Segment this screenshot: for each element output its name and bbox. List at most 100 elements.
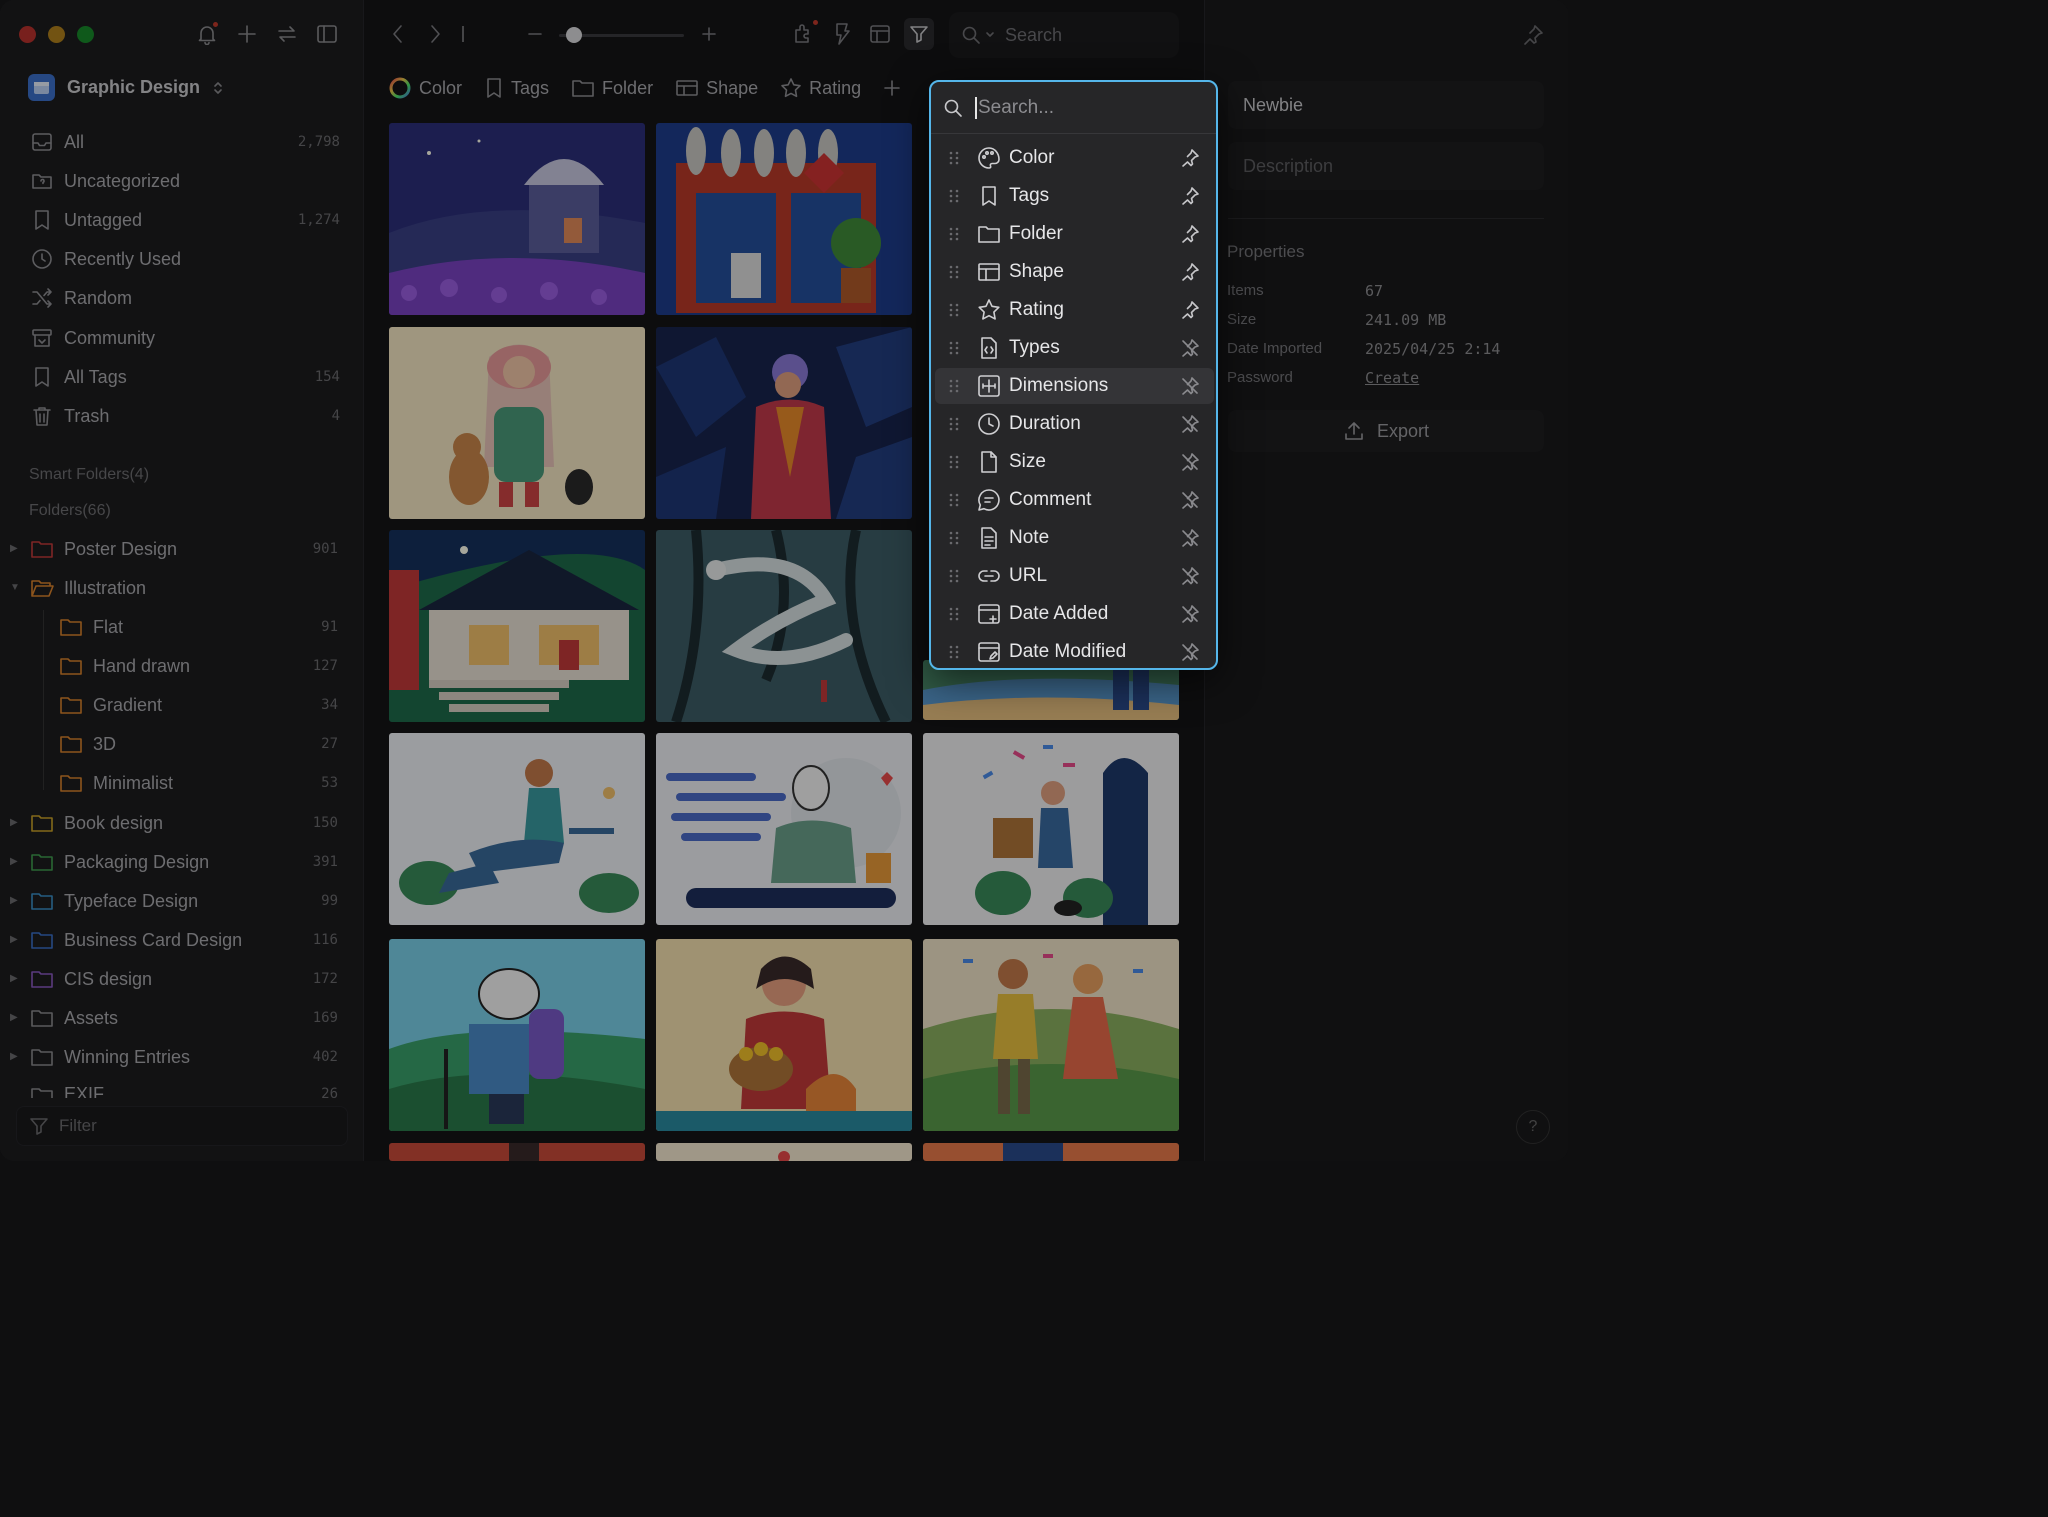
drag-handle-icon[interactable]	[949, 188, 959, 204]
library-switcher[interactable]: Graphic Design	[28, 74, 224, 101]
popup-item-date-added[interactable]: Date Added	[935, 596, 1214, 632]
nav-item-community[interactable]: Community	[14, 320, 352, 356]
folders-header[interactable]: Folders(66)	[29, 502, 111, 520]
drag-handle-icon[interactable]	[949, 416, 959, 432]
popup-item-dimensions[interactable]: Dimensions	[935, 368, 1214, 404]
popup-item-types[interactable]: Types	[935, 330, 1214, 366]
folder-poster-design[interactable]: ▶ Poster Design 901	[0, 531, 352, 567]
name-field[interactable]: Newbie	[1228, 81, 1544, 129]
drag-handle-icon[interactable]	[949, 378, 959, 394]
chip-folder[interactable]: Folder	[571, 78, 653, 99]
nav-item-random[interactable]: Random	[14, 280, 352, 316]
back-icon[interactable]	[390, 22, 406, 46]
thumbnail[interactable]	[389, 123, 645, 315]
chip-rating[interactable]: Rating	[780, 77, 861, 99]
pin-off-icon[interactable]	[1180, 642, 1200, 662]
help-button[interactable]: ?	[1516, 1110, 1550, 1144]
folder-minimalist[interactable]: Minimalist 53	[0, 765, 352, 801]
chip-color[interactable]: Color	[388, 76, 462, 100]
close-window-button[interactable]	[19, 26, 36, 43]
chip-shape[interactable]: Shape	[675, 78, 758, 99]
thumbnail[interactable]	[923, 733, 1179, 925]
popup-item-size[interactable]: Size	[935, 444, 1214, 480]
nav-item-uncategorized[interactable]: Uncategorized	[14, 163, 352, 199]
popup-item-note[interactable]: Note	[935, 520, 1214, 556]
nav-item-all[interactable]: All 2,798	[14, 124, 352, 160]
filter-toggle-button[interactable]	[904, 18, 934, 50]
pin-icon[interactable]	[1180, 186, 1200, 206]
popup-item-shape[interactable]: Shape	[935, 254, 1214, 290]
pin-off-icon[interactable]	[1180, 452, 1200, 472]
folder-hand-drawn[interactable]: Hand drawn 127	[0, 648, 352, 684]
thumbnail[interactable]	[923, 1143, 1179, 1161]
create-password-link[interactable]: Create	[1365, 369, 1419, 387]
chevron-right-icon[interactable]: ▶	[10, 818, 20, 828]
thumbnail[interactable]	[389, 327, 645, 519]
action-icon[interactable]	[831, 22, 853, 46]
pin-off-icon[interactable]	[1180, 604, 1200, 624]
nav-item-recently-used[interactable]: Recently Used	[14, 241, 352, 277]
drag-handle-icon[interactable]	[949, 302, 959, 318]
drag-handle-icon[interactable]	[949, 340, 959, 356]
plugin-icon[interactable]	[792, 20, 818, 46]
thumbnail[interactable]	[656, 733, 912, 925]
folder-typeface-design[interactable]: ▶ Typeface Design 99	[0, 883, 352, 919]
pin-off-icon[interactable]	[1180, 376, 1200, 396]
smart-folders-header[interactable]: Smart Folders(4)	[29, 466, 149, 484]
folder-assets[interactable]: ▶ Assets 169	[0, 1000, 352, 1036]
swap-icon[interactable]	[276, 22, 298, 46]
thumbnail[interactable]	[656, 327, 912, 519]
pin-off-icon[interactable]	[1180, 414, 1200, 434]
popup-search[interactable]	[931, 82, 1216, 134]
minimize-window-button[interactable]	[48, 26, 65, 43]
description-field[interactable]: Description	[1228, 142, 1544, 190]
drag-handle-icon[interactable]	[949, 606, 959, 622]
folder-book-design[interactable]: ▶ Book design 150	[0, 805, 352, 841]
folder-winning-entries[interactable]: ▶ Winning Entries 402	[0, 1039, 352, 1075]
pin-icon[interactable]	[1522, 24, 1544, 46]
thumbnail[interactable]	[923, 939, 1179, 1131]
popup-item-folder[interactable]: Folder	[935, 216, 1214, 252]
nav-item-trash[interactable]: Trash 4	[14, 398, 352, 434]
folder-gradient[interactable]: Gradient 34	[0, 687, 352, 723]
export-button[interactable]: Export	[1228, 410, 1544, 452]
pin-off-icon[interactable]	[1180, 528, 1200, 548]
forward-icon[interactable]	[427, 22, 443, 46]
popup-item-comment[interactable]: Comment	[935, 482, 1214, 518]
folder-exif[interactable]: EXIF 26	[0, 1078, 352, 1098]
drag-handle-icon[interactable]	[949, 568, 959, 584]
pin-icon[interactable]	[1180, 300, 1200, 320]
folder-3d[interactable]: 3D 27	[0, 726, 352, 762]
zoom-window-button[interactable]	[77, 26, 94, 43]
popup-item-rating[interactable]: Rating	[935, 292, 1214, 328]
sidebar-toggle-icon[interactable]	[316, 22, 338, 46]
drag-handle-icon[interactable]	[949, 150, 959, 166]
chevron-right-icon[interactable]: ▶	[10, 857, 20, 867]
pin-off-icon[interactable]	[1180, 566, 1200, 586]
slider-knob[interactable]	[566, 27, 582, 43]
chevron-right-icon[interactable]: ▶	[10, 1013, 20, 1023]
folder-business-card-design[interactable]: ▶ Business Card Design 116	[0, 922, 352, 958]
popup-search-input[interactable]	[978, 96, 1198, 119]
popup-item-duration[interactable]: Duration	[935, 406, 1214, 442]
drag-handle-icon[interactable]	[949, 226, 959, 242]
thumbnail[interactable]	[389, 530, 645, 722]
drag-handle-icon[interactable]	[949, 644, 959, 660]
folder-illustration[interactable]: ▼ Illustration	[0, 570, 352, 606]
pin-icon[interactable]	[1180, 262, 1200, 282]
thumbnail[interactable]	[656, 530, 912, 722]
zoom-in-icon[interactable]	[700, 22, 718, 46]
pin-off-icon[interactable]	[1180, 490, 1200, 510]
pin-off-icon[interactable]	[1180, 338, 1200, 358]
nav-item-all-tags[interactable]: All Tags 154	[14, 359, 352, 395]
folder-packaging-design[interactable]: ▶ Packaging Design 391	[0, 844, 352, 880]
popup-item-date-modified[interactable]: Date Modified	[935, 634, 1214, 670]
folder-cis-design[interactable]: ▶ CIS design 172	[0, 961, 352, 997]
bell-icon[interactable]	[196, 22, 218, 46]
thumbnail[interactable]	[389, 1143, 645, 1161]
thumbnail[interactable]	[389, 733, 645, 925]
nav-item-untagged[interactable]: Untagged 1,274	[14, 202, 352, 238]
sidebar-filter-input[interactable]: Filter	[16, 1106, 348, 1146]
chevron-right-icon[interactable]: ▶	[10, 935, 20, 945]
chevron-down-icon[interactable]: ▼	[10, 583, 20, 593]
